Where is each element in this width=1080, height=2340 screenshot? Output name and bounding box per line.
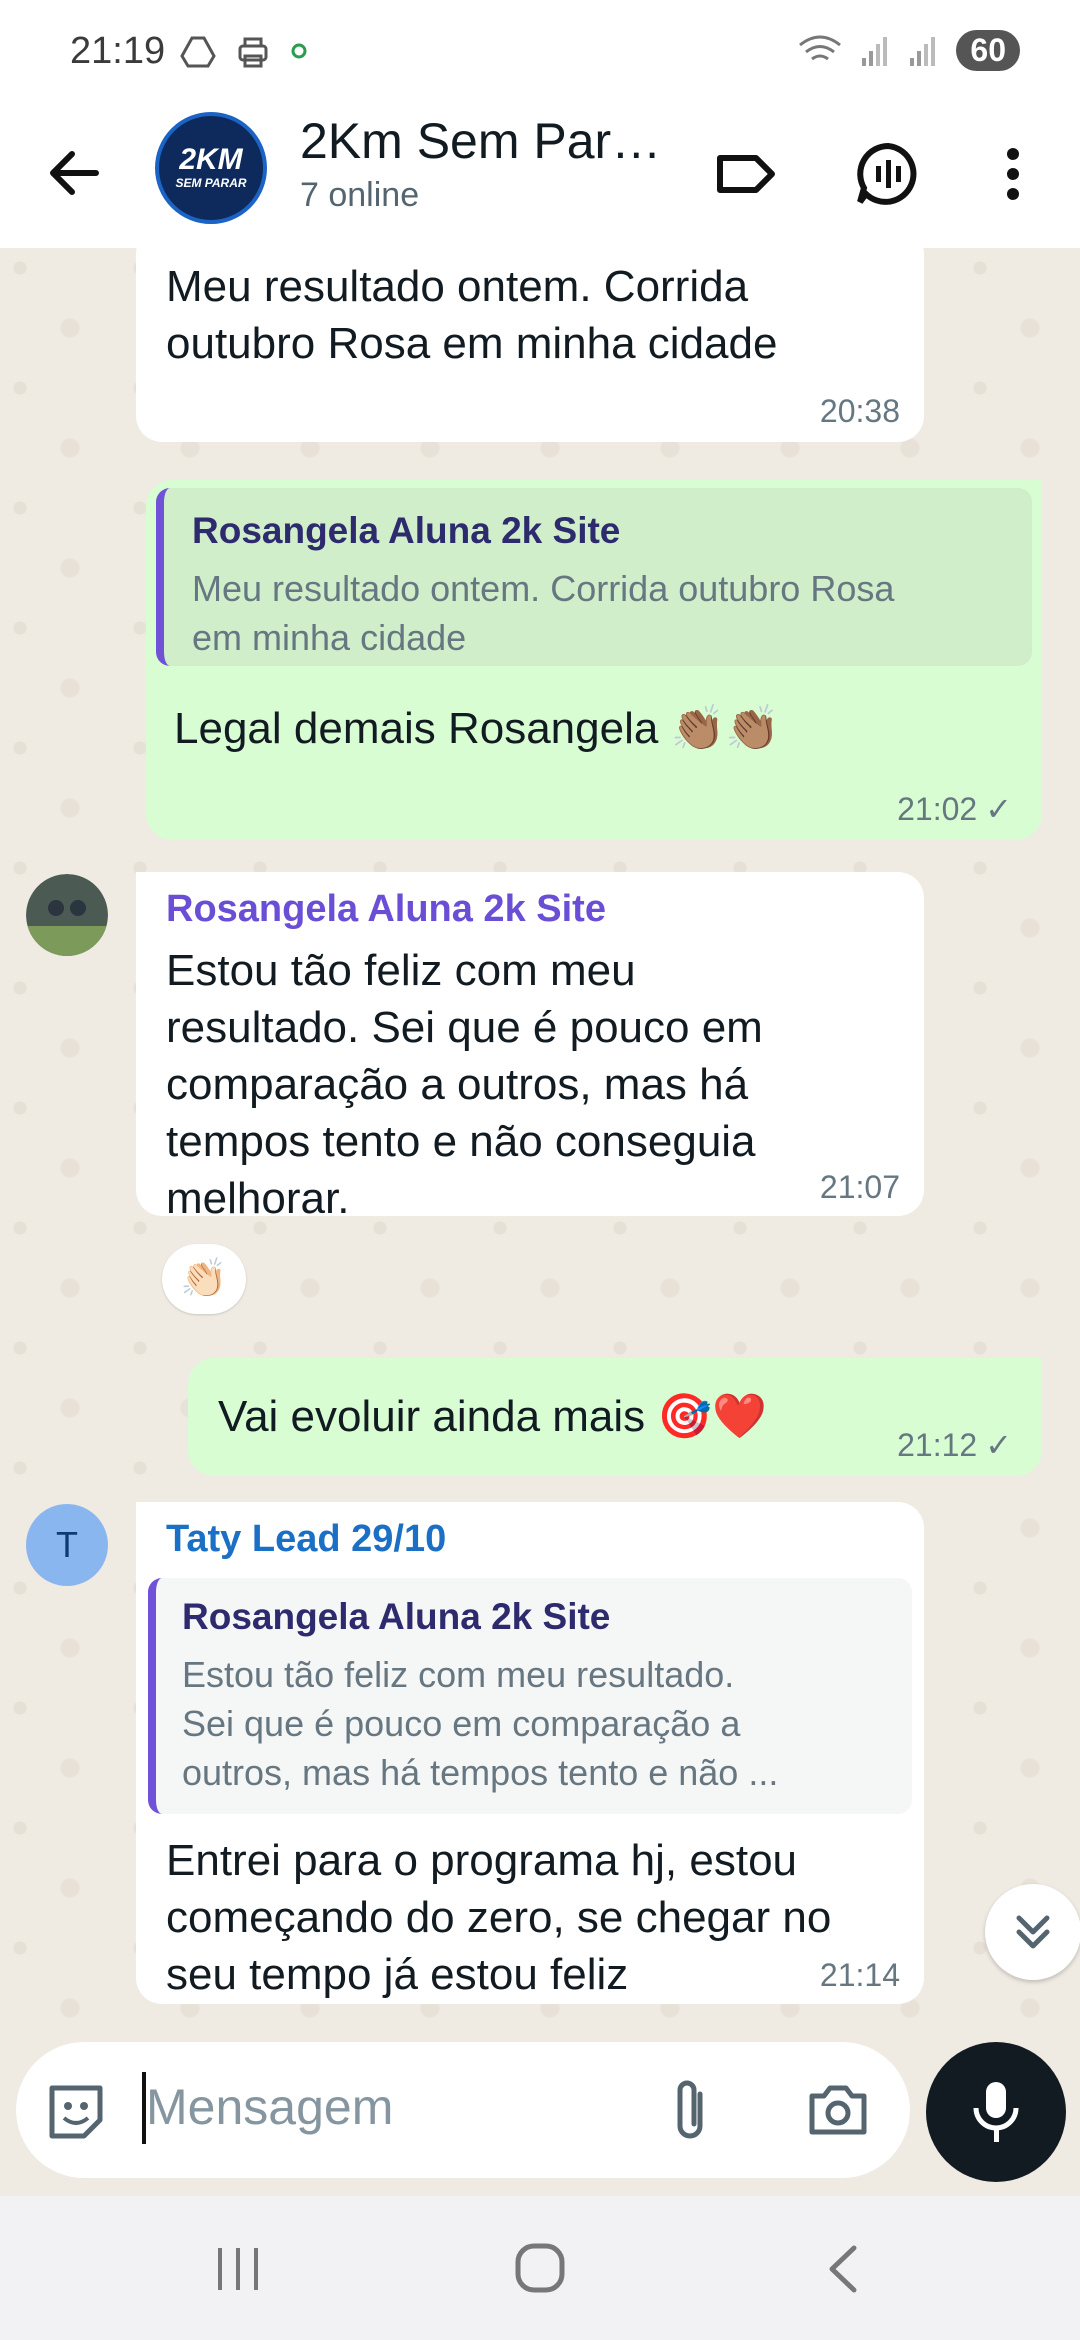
message-line: começando do zero, se chegar no [166, 1893, 832, 1942]
message-line: Estou tão feliz com meu [166, 946, 636, 995]
scroll-to-bottom-button[interactable] [985, 1884, 1080, 1980]
online-count: 7 online [300, 176, 420, 214]
system-nav-bar [0, 2196, 1080, 2340]
message-line: Meu resultado ontem. Corrida [166, 262, 749, 311]
quoted-message[interactable]: Rosangela Aluna 2k Site Meu resultado on… [156, 488, 1032, 666]
sender-name[interactable]: Rosangela Aluna 2k Site [166, 888, 606, 931]
status-bar: 21:19 60 [0, 0, 1080, 100]
printer-icon [238, 37, 268, 68]
message-time: 21:02 [897, 790, 978, 827]
status-icons-left [180, 36, 308, 70]
message-time: 20:38 [819, 393, 900, 429]
chat-header: 2KM SEM PARAR 2Km Sem Para... 7 online [0, 100, 1080, 249]
signal-icon-2 [910, 36, 936, 66]
reaction-badge[interactable]: 👏🏻 [162, 1244, 246, 1314]
drive-icon [180, 36, 216, 68]
message-line: Entrei para o programa hj, estou [166, 1836, 798, 1885]
more-options-icon[interactable] [978, 138, 1048, 210]
message-bubble-incoming[interactable]: Taty Lead 29/10 Rosangela Aluna 2k Site … [136, 1502, 924, 2004]
signal-icon [862, 36, 888, 66]
sender-name[interactable]: Taty Lead 29/10 [166, 1518, 446, 1561]
message-bubble-incoming[interactable]: Meu resultado ontem. Corrida outubro Ros… [136, 248, 924, 442]
camera-icon[interactable] [806, 2080, 870, 2140]
status-time: 21:19 [70, 30, 166, 72]
message-input[interactable]: Mensagem [146, 2078, 393, 2136]
message-text: Legal demais Rosangela 👏🏽👏🏽 [174, 704, 781, 753]
label-icon[interactable] [710, 138, 782, 210]
group-name[interactable]: 2Km Sem Para... [300, 112, 680, 170]
status-icons-right: 60 [798, 30, 1020, 71]
quoted-line: Sei que é pouco em comparação a [182, 1703, 741, 1744]
quoted-line: Estou tão feliz com meu resultado. [182, 1654, 735, 1695]
message-bubble-outgoing[interactable]: Vai evoluir ainda mais 🎯❤️ 21:12 ✓ [188, 1358, 1042, 1476]
quoted-sender: Rosangela Aluna 2k Site [182, 1596, 611, 1637]
message-time: 21:07 [819, 1169, 900, 1205]
group-avatar[interactable]: 2KM SEM PARAR [155, 112, 267, 224]
message-line: tempos tento e não conseguia [166, 1117, 756, 1166]
recent-apps-icon[interactable] [210, 2244, 266, 2294]
group-avatar-logo-subtext: SEM PARAR [175, 176, 247, 190]
message-time: 21:12 [897, 1426, 978, 1463]
avatar[interactable]: T [26, 1504, 108, 1586]
quoted-sender: Rosangela Aluna 2k Site [192, 510, 621, 551]
location-icon [291, 43, 307, 59]
message-time: 21:14 [819, 1957, 900, 1993]
nav-back-icon[interactable] [820, 2242, 864, 2296]
quoted-text: Meu resultado ontem. Corrida outubro Ros… [192, 564, 894, 662]
message-line: outubro Rosa em minha cidade [166, 319, 778, 368]
quoted-text: Estou tão feliz com meu resultado. Sei q… [182, 1650, 778, 1797]
message-composer[interactable]: Mensagem [16, 2042, 910, 2178]
quoted-message[interactable]: Rosangela Aluna 2k Site Estou tão feliz … [148, 1578, 912, 1814]
message-line: comparação a outros, mas há [166, 1060, 749, 1109]
sent-check-icon: ✓ [985, 791, 1012, 827]
message-meta: 21:02 ✓ [897, 790, 1012, 828]
message-bubble-outgoing[interactable]: Rosangela Aluna 2k Site Meu resultado on… [146, 480, 1042, 840]
microphone-icon [973, 2082, 1019, 2142]
back-arrow-icon[interactable] [40, 138, 110, 208]
message-line: seu tempo já estou feliz [166, 1950, 629, 1999]
group-avatar-logo-text: 2KM [179, 143, 243, 176]
double-chevron-down-icon [1016, 1915, 1050, 1949]
message-text: Vai evoluir ainda mais 🎯❤️ [218, 1392, 767, 1441]
wifi-icon [799, 35, 842, 60]
attach-icon[interactable] [666, 2076, 716, 2146]
quoted-line: em minha cidade [192, 617, 467, 658]
message-text: Meu resultado ontem. Corrida outubro Ros… [166, 258, 777, 372]
message-line: melhorar. [166, 1174, 350, 1223]
message-bubble-incoming[interactable]: Rosangela Aluna 2k Site Estou tão feliz … [136, 872, 924, 1223]
home-icon[interactable] [512, 2240, 568, 2296]
voice-record-button[interactable] [926, 2042, 1066, 2182]
message-meta: 21:12 ✓ [897, 1426, 1012, 1464]
message-text: Estou tão feliz com meu resultado. Sei q… [166, 942, 763, 1227]
avatar[interactable] [26, 874, 108, 956]
voice-chat-icon[interactable] [852, 138, 924, 210]
quoted-line: Meu resultado ontem. Corrida outubro Ros… [192, 568, 895, 609]
sent-check-icon: ✓ [985, 1427, 1012, 1463]
chat-area[interactable]: Meu resultado ontem. Corrida outubro Ros… [0, 248, 1080, 2048]
message-text: Entrei para o programa hj, estou começan… [166, 1832, 831, 2003]
quoted-line: outros, mas há tempos tento e não ... [182, 1752, 779, 1793]
sticker-icon[interactable] [44, 2080, 108, 2144]
message-line: resultado. Sei que é pouco em [166, 1003, 763, 1052]
battery-indicator: 60 [956, 30, 1020, 71]
